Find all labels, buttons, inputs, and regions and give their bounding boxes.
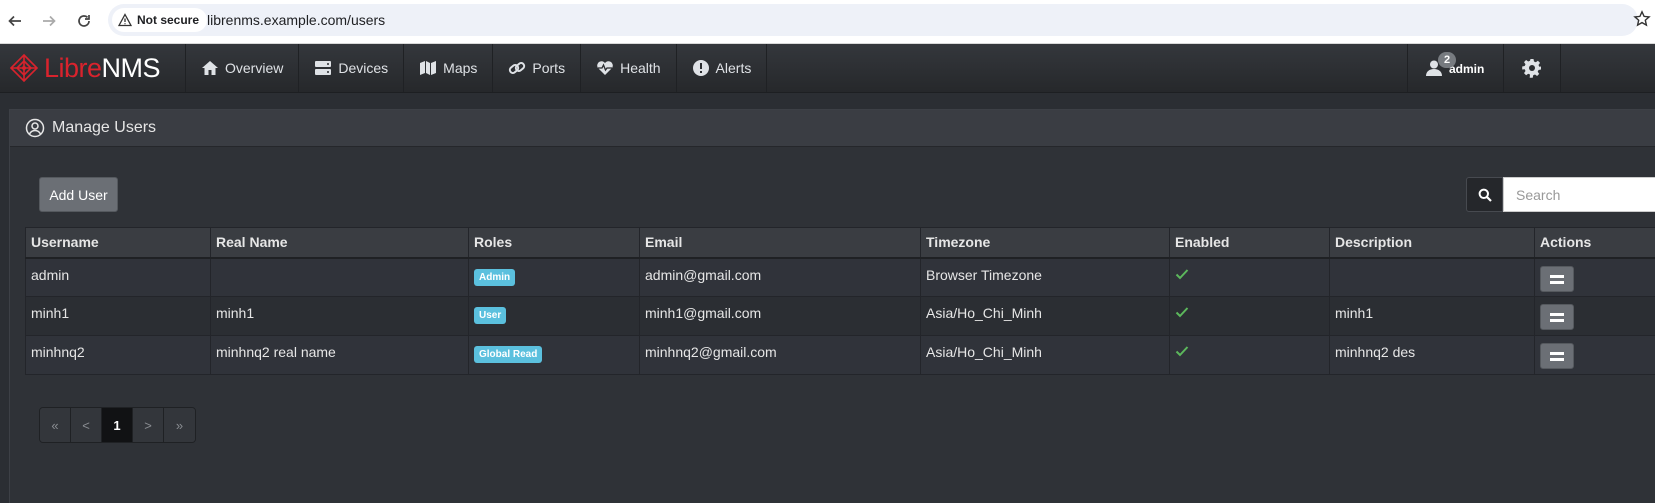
home-icon <box>202 61 218 75</box>
pagination-prev[interactable]: < <box>71 408 102 442</box>
reload-icon[interactable] <box>73 10 95 32</box>
nav-item-label: Overview <box>225 60 284 76</box>
cell-email: minh1@gmail.com <box>639 296 921 336</box>
column-header[interactable]: Actions <box>1534 227 1655 259</box>
column-header[interactable]: Email <box>639 227 921 259</box>
user-circle-icon <box>25 118 45 138</box>
cell-timezone: Asia/Ho_Chi_Minh <box>920 335 1170 375</box>
column-header[interactable]: Roles <box>468 227 640 259</box>
column-header[interactable]: Description <box>1329 227 1535 259</box>
main-navbar: LibreNMS Overview Devices Maps Ports Hea… <box>0 44 1655 93</box>
security-label: Not secure <box>137 13 200 27</box>
page-title: Manage Users <box>52 119 157 136</box>
cell-description <box>1329 257 1535 297</box>
panel-heading: Manage Users <box>10 110 1655 147</box>
map-icon <box>420 61 437 75</box>
pagination-page-current[interactable]: 1 <box>102 408 133 442</box>
brand-nms-text: NMS <box>101 52 161 83</box>
check-icon <box>1175 346 1189 357</box>
nav-item-ports[interactable]: Ports <box>492 44 580 92</box>
table-row: minhnq2 minhnq2 real name Global Read mi… <box>25 335 1655 375</box>
nav-item-devices[interactable]: Devices <box>298 44 403 92</box>
exclamation-circle-icon <box>692 60 709 76</box>
nav-item-label: Ports <box>532 60 566 76</box>
pagination: « < 1 > » <box>39 407 196 443</box>
edit-bars-icon <box>1550 313 1564 322</box>
link-icon <box>509 62 526 74</box>
edit-bars-icon <box>1550 274 1564 284</box>
edit-user-button[interactable] <box>1540 343 1574 369</box>
nav-menu: Overview Devices Maps Ports Health Alert… <box>185 44 768 92</box>
column-header[interactable]: Real Name <box>210 227 469 259</box>
logo-mark-icon <box>9 53 39 83</box>
search-input[interactable] <box>1503 177 1655 212</box>
notification-badge: 2 <box>1438 52 1456 68</box>
nav-item-label: Devices <box>338 60 389 76</box>
address-bar[interactable]: Not secure librenms.example.com/users <box>108 4 1638 36</box>
browser-toolbar: Not secure librenms.example.com/users <box>0 0 1655 44</box>
table-row: admin Admin admin@gmail.com Browser Time… <box>25 257 1655 297</box>
nav-item-maps[interactable]: Maps <box>403 44 492 92</box>
check-icon <box>1175 307 1189 318</box>
edit-user-button[interactable] <box>1540 265 1574 292</box>
security-indicator[interactable]: Not secure <box>112 8 208 32</box>
heartbeat-icon <box>597 61 613 75</box>
cell-real-name: minhnq2 real name <box>210 335 469 375</box>
forward-arrow-icon[interactable] <box>38 10 60 32</box>
add-user-button[interactable]: Add User <box>39 177 118 212</box>
pagination-first[interactable]: « <box>40 408 71 442</box>
search-icon[interactable] <box>1466 177 1503 212</box>
role-badge: Global Read <box>474 346 543 363</box>
search-group <box>1466 177 1655 212</box>
gear-icon <box>1522 59 1541 78</box>
cell-real-name <box>210 257 469 297</box>
settings-menu[interactable] <box>1503 44 1561 92</box>
column-header[interactable]: Enabled <box>1169 227 1330 259</box>
manage-users-panel: Manage Users Add User Username Real Name… <box>9 109 1655 503</box>
column-header[interactable]: Username <box>25 227 211 259</box>
cell-real-name: minh1 <box>210 296 469 336</box>
server-icon <box>315 61 332 75</box>
edit-user-button[interactable] <box>1540 304 1574 330</box>
cell-email: minhnq2@gmail.com <box>639 335 921 375</box>
cell-timezone: Browser Timezone <box>920 257 1170 297</box>
bookmark-star-icon[interactable] <box>1633 10 1651 28</box>
check-icon <box>1175 268 1189 279</box>
warning-triangle-icon <box>118 13 132 27</box>
cell-username: minh1 <box>25 296 211 336</box>
librenms-logo[interactable]: LibreNMS <box>8 52 161 84</box>
nav-item-label: Health <box>620 60 661 76</box>
brand-libre-text: Libre <box>44 52 102 83</box>
user-menu[interactable]: 2 admin <box>1407 44 1503 92</box>
edit-bars-icon <box>1550 352 1564 361</box>
role-badge: User <box>474 307 507 324</box>
column-header[interactable]: Timezone <box>920 227 1170 259</box>
nav-item-alerts[interactable]: Alerts <box>675 44 768 92</box>
users-table: Username Real Name Roles Email Timezone … <box>25 227 1655 375</box>
cell-description: minh1 <box>1329 296 1535 336</box>
pagination-last[interactable]: » <box>164 408 195 442</box>
nav-item-overview[interactable]: Overview <box>185 44 298 92</box>
back-arrow-icon[interactable] <box>4 10 26 32</box>
table-header-row: Username Real Name Roles Email Timezone … <box>25 227 1655 259</box>
url-text: librenms.example.com/users <box>207 12 386 28</box>
cell-email: admin@gmail.com <box>639 257 921 297</box>
nav-item-health[interactable]: Health <box>580 44 675 92</box>
nav-item-label: Alerts <box>715 60 752 76</box>
cell-timezone: Asia/Ho_Chi_Minh <box>920 296 1170 336</box>
pagination-next[interactable]: > <box>133 408 164 442</box>
cell-username: admin <box>25 257 211 297</box>
role-badge: Admin <box>474 268 516 286</box>
cell-description: minhnq2 des <box>1329 335 1535 375</box>
table-row: minh1 minh1 User minh1@gmail.com Asia/Ho… <box>25 296 1655 336</box>
nav-item-label: Maps <box>443 60 478 76</box>
cell-username: minhnq2 <box>25 335 211 375</box>
